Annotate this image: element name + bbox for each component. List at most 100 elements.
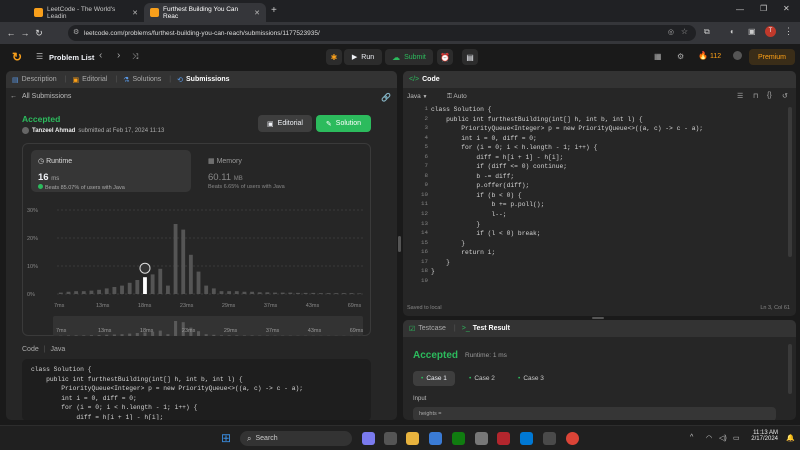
notes-button[interactable]: ▤ xyxy=(462,49,478,65)
code-editor-body[interactable]: 1 class Solution {2 public int furthestBu… xyxy=(403,105,796,300)
sidepanel-icon[interactable]: ▣ xyxy=(748,27,756,36)
language-select[interactable]: Java ▼ xyxy=(407,93,428,100)
eye-off-icon[interactable]: ◎ xyxy=(668,28,674,36)
memory-beats: Beats 6.65% of users with Java xyxy=(208,184,285,190)
settings-gear-icon[interactable]: ⚙ xyxy=(677,52,684,61)
braces-icon[interactable]: {} xyxy=(767,92,772,99)
settings-app-icon[interactable] xyxy=(475,432,488,445)
forward-icon[interactable]: → xyxy=(18,28,32,38)
run-label: Run xyxy=(361,53,375,61)
tab-testcase[interactable]: Testcase xyxy=(418,325,446,332)
terminal-app-icon[interactable] xyxy=(543,432,556,445)
close-tab-icon[interactable]: ✕ xyxy=(254,9,260,17)
close-tab-icon[interactable]: ✕ xyxy=(132,9,138,17)
chart-bar xyxy=(204,285,209,294)
task-view-icon[interactable] xyxy=(384,432,397,445)
new-tab-icon[interactable]: + xyxy=(271,5,277,16)
clock[interactable]: 11:13 AM 2/17/2024 xyxy=(748,430,778,442)
user-avatar xyxy=(22,127,29,134)
timer-button[interactable]: ⏰ xyxy=(437,49,453,65)
result-status: Accepted xyxy=(413,350,459,361)
run-button[interactable]: ▶ Run xyxy=(344,49,382,65)
mail-icon[interactable] xyxy=(429,432,442,445)
debug-button[interactable]: ✱ xyxy=(326,49,342,65)
all-submissions-link[interactable]: ← All Submissions xyxy=(10,93,71,100)
input-box[interactable]: heights = xyxy=(413,407,776,420)
back-icon[interactable]: ← xyxy=(4,28,18,38)
profile-sync-icon[interactable]: ◐ xyxy=(730,27,735,36)
volume-icon[interactable]: ◁) xyxy=(719,434,727,442)
copilot-icon[interactable] xyxy=(362,432,375,445)
profile-avatar[interactable]: T xyxy=(765,26,776,37)
runtime-label: Runtime xyxy=(46,158,73,165)
tab-editorial[interactable]: Editorial xyxy=(82,76,107,83)
shuffle-icon[interactable]: ⤨ xyxy=(132,52,138,62)
wifi-icon[interactable]: ◠ xyxy=(706,434,712,442)
vertical-splitter-handle[interactable] xyxy=(398,236,401,252)
language-select-value: Java xyxy=(407,93,421,100)
code-text: class Solution { xyxy=(431,106,492,113)
code-text: int i = 0, diff = 0; xyxy=(31,394,137,402)
browser-tab-leetcode[interactable]: LeetCode - The World's Leadin ✕ xyxy=(28,3,144,22)
memory-box[interactable]: ▦ Memory 60.11 MB Beats 6.65% of users w… xyxy=(201,150,361,192)
close-window-icon[interactable]: ✕ xyxy=(783,4,790,13)
problem-list-link[interactable]: Problem List xyxy=(49,53,94,62)
auto-mode-toggle[interactable]: ⚿ Auto xyxy=(447,93,467,101)
bookmark-star-icon[interactable]: ☆ xyxy=(681,27,688,36)
bookmark-icon[interactable]: ⊓ xyxy=(753,92,758,100)
premium-button[interactable]: Premium xyxy=(749,49,795,65)
case-3-tab[interactable]: • Case 3 xyxy=(510,371,552,386)
restore-icon[interactable]: ❐ xyxy=(760,4,767,13)
next-problem-icon[interactable]: › xyxy=(117,50,120,61)
share-link-icon[interactable]: 🔗 xyxy=(381,93,391,102)
solution-button[interactable]: ✎ Solution xyxy=(316,115,371,132)
windows-start-icon[interactable]: ⊞ xyxy=(221,431,234,445)
submission-code-block[interactable]: class Solution { public int furthestBuil… xyxy=(22,359,371,420)
tab-submissions[interactable]: Submissions xyxy=(186,76,230,83)
memory-number: 60.11 xyxy=(208,172,232,183)
editorial-button[interactable]: ▣ Editorial xyxy=(258,115,312,132)
case-1-label: Case 1 xyxy=(426,375,447,382)
format-icon[interactable]: ☰ xyxy=(737,92,743,100)
browser-tab-problem[interactable]: Furthest Building You Can Reac ✕ xyxy=(144,3,266,22)
case-2-tab[interactable]: • Case 2 xyxy=(461,371,503,386)
tab-solutions[interactable]: Solutions xyxy=(133,76,162,83)
file-explorer-icon[interactable] xyxy=(406,432,419,445)
minimize-icon[interactable]: — xyxy=(736,5,744,14)
menu-kebab-icon[interactable]: ⋮ xyxy=(784,26,793,37)
code-line: 14 if (l < 0) break; xyxy=(403,229,796,239)
leetcode-logo-icon[interactable]: ↻ xyxy=(12,50,24,64)
editor-scrollbar[interactable] xyxy=(788,107,792,257)
code-line: 12 l--; xyxy=(403,210,796,220)
x-tick-label: 13ms xyxy=(96,303,110,309)
notification-bell-icon[interactable]: 🔔 xyxy=(786,434,795,442)
submitter-name[interactable]: Tanzeel Ahmad xyxy=(32,128,75,134)
submit-button[interactable]: ☁ Submit xyxy=(385,49,433,65)
back-arrow-icon: ← xyxy=(10,93,17,100)
reload-icon[interactable]: ↻ xyxy=(32,28,46,39)
extensions-icon[interactable]: ⧉ xyxy=(704,27,710,37)
url-field[interactable]: ⚙ leetcode.com/problems/furthest-buildin… xyxy=(68,25,696,41)
pass-dot-icon: • xyxy=(518,375,521,382)
tray-chevron-up-icon[interactable]: ^ xyxy=(690,434,693,441)
chart-bar xyxy=(127,282,132,294)
layout-icon[interactable]: ▦ xyxy=(654,52,662,61)
chrome-icon[interactable] xyxy=(566,432,579,445)
horizontal-splitter-handle[interactable] xyxy=(592,317,604,319)
site-info-icon[interactable]: ⚙ xyxy=(73,28,79,36)
taskbar-search[interactable]: ⌕ Search xyxy=(240,431,352,446)
runtime-box[interactable]: ◷ Runtime 16 ms Beats 85.07% of users wi… xyxy=(31,150,191,192)
app-red-icon[interactable] xyxy=(497,432,510,445)
tab-description[interactable]: Description xyxy=(22,76,57,83)
battery-icon[interactable]: ▭ xyxy=(733,434,740,442)
reset-icon[interactable]: ↺ xyxy=(782,92,788,100)
xbox-icon[interactable] xyxy=(452,432,465,445)
case-1-tab[interactable]: • Case 1 xyxy=(413,371,455,386)
user-avatar[interactable] xyxy=(733,51,742,60)
vscode-icon[interactable] xyxy=(520,432,533,445)
chart-bar xyxy=(211,288,216,294)
result-scrollbar[interactable] xyxy=(788,344,792,394)
prev-problem-icon[interactable]: ‹ xyxy=(99,50,102,61)
tab-test-result[interactable]: Test Result xyxy=(473,325,510,332)
runtime-distribution-chart[interactable]: 30% 20% 10% 0% 7ms 13ms 18ms 23ms 29ms 37ms 43ms 69… xyxy=(23,202,372,336)
